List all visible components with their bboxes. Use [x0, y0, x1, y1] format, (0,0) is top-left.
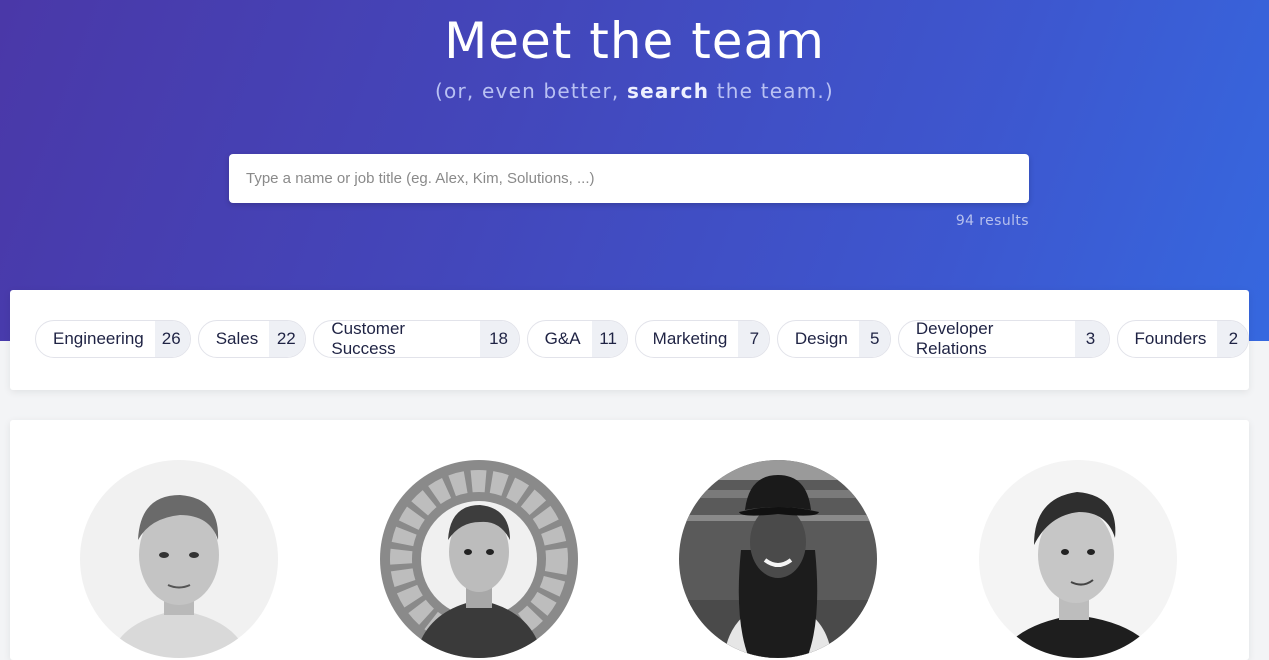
filter-chip-sales[interactable]: Sales 22: [197, 320, 307, 358]
filter-chip-label: G&A: [544, 329, 581, 348]
person-photo: [380, 460, 578, 658]
subtitle-suffix: the team.): [709, 79, 834, 103]
filter-chip-count: 11: [591, 321, 627, 357]
team-member-avatar[interactable]: [679, 460, 877, 658]
filter-chip-label: Customer Success: [331, 320, 406, 358]
filter-chip-count: 22: [269, 321, 306, 357]
filter-chip-label: Marketing: [652, 329, 728, 348]
filter-chip-label: Sales: [215, 329, 259, 348]
search-input[interactable]: [229, 154, 1029, 203]
filter-chip-customer-success[interactable]: Customer Success 18: [313, 320, 520, 358]
filter-chip-count: 3: [1074, 321, 1109, 357]
results-count: 94 results: [955, 213, 1029, 229]
filter-chip-label: Design: [794, 329, 848, 348]
filter-chip-g-and-a[interactable]: G&A 11: [526, 320, 628, 358]
filter-chip-count: 18: [480, 321, 519, 357]
subtitle-prefix: (or, even better,: [435, 79, 628, 103]
page-title: Meet the team: [444, 12, 825, 70]
search-box: [229, 154, 1029, 203]
filter-chip-count: 7: [738, 321, 769, 357]
person-photo: [979, 460, 1177, 658]
page-subtitle: (or, even better, search the team.): [0, 79, 1269, 103]
filter-chip-engineering[interactable]: Engineering 26: [35, 320, 191, 358]
team-member-avatar[interactable]: [979, 460, 1177, 658]
team-grid: [10, 420, 1249, 660]
filter-panel: Engineering 26 Sales 22 Customer Success…: [10, 290, 1249, 390]
filter-chip-developer-relations[interactable]: Developer Relations 3: [897, 320, 1110, 358]
filter-chip-label: Founders: [1134, 329, 1207, 348]
team-member-avatar[interactable]: [380, 460, 578, 658]
person-photo: [80, 460, 278, 658]
subtitle-emphasis: search: [627, 79, 710, 103]
filter-chip-count: 26: [154, 321, 190, 357]
filter-chip-marketing[interactable]: Marketing 7: [634, 320, 770, 358]
team-member-avatar[interactable]: [80, 460, 278, 658]
filter-chip-count: 5: [858, 321, 890, 357]
filter-chip-founders[interactable]: Founders 2: [1116, 320, 1249, 358]
person-photo: [679, 460, 877, 658]
filter-chip-count: 2: [1217, 321, 1248, 357]
department-filter-list: Engineering 26 Sales 22 Customer Success…: [35, 320, 1249, 358]
filter-chip-design[interactable]: Design 5: [776, 320, 891, 358]
filter-chip-label: Engineering: [53, 329, 144, 348]
filter-chip-label: Developer Relations: [915, 320, 994, 358]
